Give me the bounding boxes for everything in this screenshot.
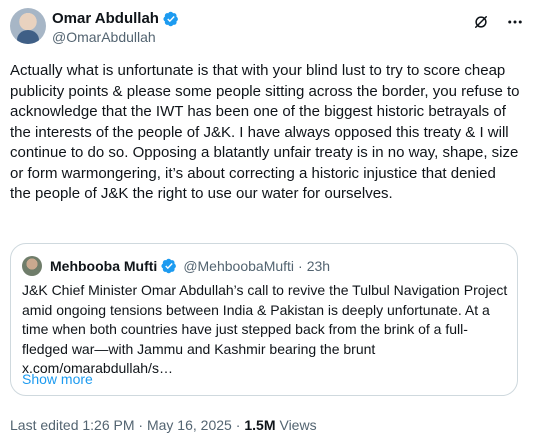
verified-badge-icon [161, 258, 177, 274]
tweet-text: Actually what is unfortunate is that wit… [10, 62, 524, 202]
author-name[interactable]: Omar Abdullah [52, 10, 159, 27]
author-avatar[interactable] [10, 8, 46, 44]
author-handle[interactable]: @OmarAbdullah [52, 29, 156, 45]
quote-text: J&K Chief Minister Omar Abdullah’s call … [22, 282, 508, 376]
quote-timestamp: 23h [306, 258, 331, 274]
grok-icon[interactable] [471, 12, 491, 32]
quote-author-handle: @MehboobaMufti [183, 258, 295, 274]
show-more-link[interactable]: Show more [22, 371, 93, 387]
views-label: Views [279, 417, 317, 433]
quote-avatar [22, 256, 42, 276]
verified-badge-icon [163, 11, 178, 26]
quote-separator: · [298, 258, 303, 274]
author-name-row: Omar Abdullah [52, 10, 179, 27]
more-icon[interactable] [505, 12, 525, 32]
header-actions [471, 12, 525, 32]
quote-header: Mehbooba Mufti @MehboobaMufti · 23h [22, 256, 330, 276]
views-count: 1.5M [244, 417, 276, 433]
tweet-header: Omar Abdullah @OmarAbdullah [10, 8, 525, 48]
quoted-tweet[interactable]: Mehbooba Mufti @MehboobaMufti · 23h J&K … [10, 243, 518, 396]
quote-author-name: Mehbooba Mufti [50, 258, 158, 274]
tweet-meta: Last edited 1:26 PM · May 16, 2025 · 1.5… [10, 417, 317, 433]
edited-timestamp[interactable]: Last edited 1:26 PM · May 16, 2025 · [10, 417, 240, 433]
